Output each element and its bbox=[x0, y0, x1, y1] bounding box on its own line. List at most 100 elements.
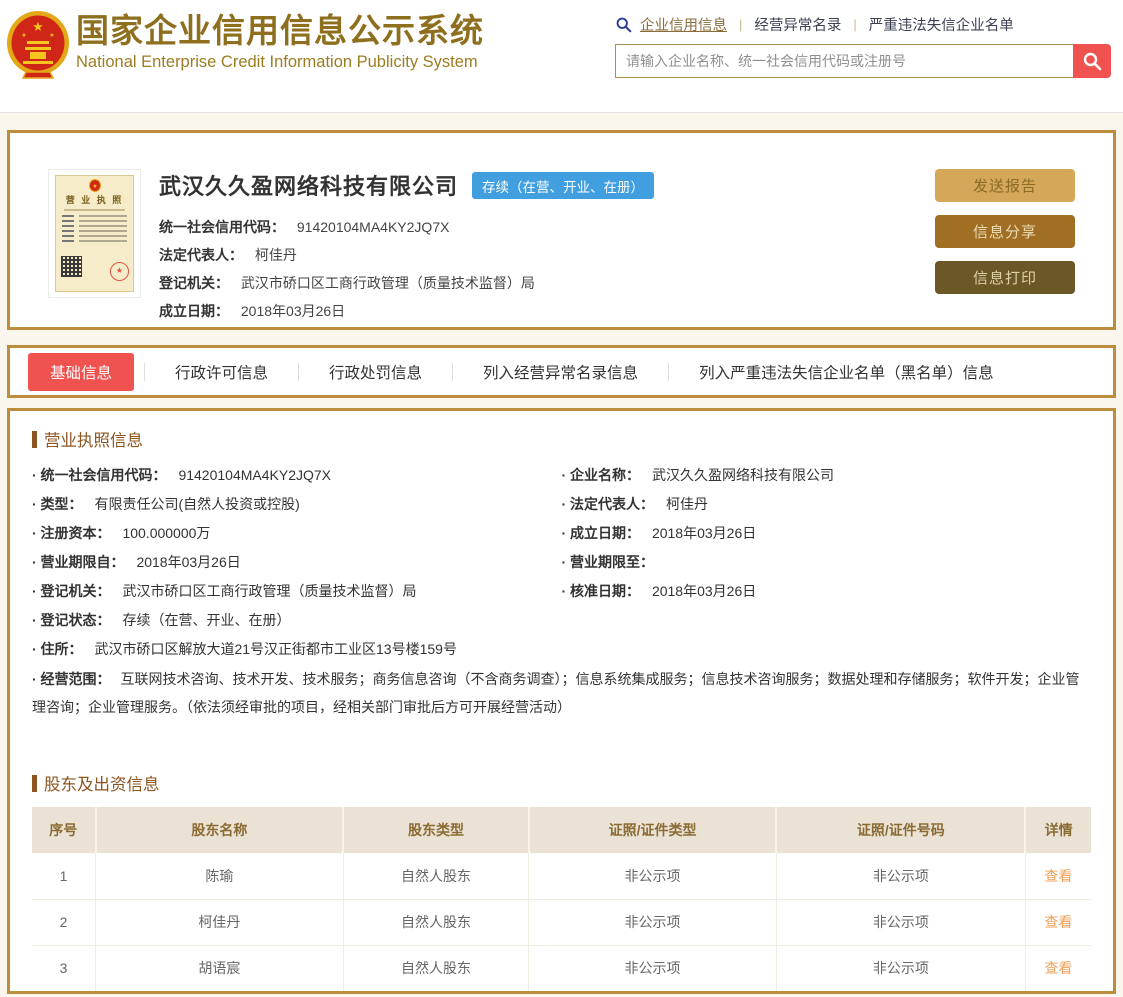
license-text-line bbox=[62, 215, 127, 217]
company-name: 武汉久久盈网络科技有限公司 bbox=[159, 174, 459, 199]
field-label: · 营业期限自： bbox=[32, 554, 125, 570]
site-logo: ★ ★ ★ bbox=[6, 8, 76, 80]
view-detail-link[interactable]: 查看 bbox=[1044, 868, 1072, 884]
license-fields-grid: · 统一社会信用代码： 91420104MA4KY2JQ7X · 类型： 有限责… bbox=[32, 461, 1091, 664]
field-label: · 登记机关： bbox=[32, 583, 111, 599]
field-row-legal-rep: · 法定代表人： 柯佳丹 bbox=[562, 490, 1092, 519]
field-row-approval-date: · 核准日期： 2018年03月26日 bbox=[562, 577, 1092, 606]
summary-actions: 发送报告 信息分享 信息打印 bbox=[935, 169, 1075, 307]
business-license-thumbnail[interactable]: ★ 营 业 执 照 ★ bbox=[48, 169, 141, 298]
column-header-cert-no: 证照/证件号码 bbox=[775, 807, 1026, 853]
license-text-line bbox=[62, 230, 127, 232]
cell-type: 自然人股东 bbox=[342, 945, 530, 991]
field-row-registration-status: · 登记状态： 存续（在营、开业、在册） bbox=[32, 606, 562, 635]
nav-link-enterprise-credit[interactable]: 企业信用信息 bbox=[640, 14, 727, 35]
cell-cert-no: 非公示项 bbox=[775, 899, 1026, 946]
license-red-seal: ★ bbox=[110, 262, 129, 281]
field-row-registration-authority: · 登记机关： 武汉市硚口区工商行政管理（质量技术监督）局 bbox=[32, 577, 562, 606]
cell-name: 陈瑜 bbox=[95, 853, 344, 900]
cell-type: 自然人股东 bbox=[342, 899, 530, 946]
field-value: 91420104MA4KY2JQ7X bbox=[296, 219, 450, 235]
license-text-line bbox=[62, 240, 127, 242]
search-icon bbox=[1083, 52, 1102, 71]
svg-text:★: ★ bbox=[92, 183, 97, 190]
summary-field-uscc: 统一社会信用代码： 91420104MA4KY2JQ7X bbox=[159, 213, 654, 241]
tab-abnormal-operations-list[interactable]: 列入经营异常名录信息 bbox=[483, 353, 638, 391]
tab-divider bbox=[298, 362, 300, 381]
top-nav: 企业信用信息 | 经营异常名录 | 严重违法失信企业名单 bbox=[615, 14, 1111, 35]
field-row-establishment-date: · 成立日期： 2018年03月26日 bbox=[562, 519, 1092, 548]
field-value: 武汉市硚口区解放大道21号汉正街都市工业区13号楼159号 bbox=[94, 641, 457, 657]
site-subtitle: National Enterprise Credit Information P… bbox=[76, 52, 478, 71]
cell-seq: 3 bbox=[32, 945, 97, 991]
cell-cert-no: 非公示项 bbox=[775, 945, 1026, 991]
search-button[interactable] bbox=[1073, 44, 1111, 78]
license-text-line bbox=[62, 220, 127, 222]
field-value: 2018年03月26日 bbox=[240, 303, 346, 319]
field-value: 2018年03月26日 bbox=[651, 525, 757, 541]
print-info-button[interactable]: 信息打印 bbox=[935, 261, 1075, 294]
field-value: 存续（在营、开业、在册） bbox=[122, 612, 291, 628]
cell-cert-no: 非公示项 bbox=[775, 853, 1026, 900]
svg-text:★: ★ bbox=[49, 32, 54, 39]
field-label: 法定代表人： bbox=[159, 247, 243, 263]
view-detail-link[interactable]: 查看 bbox=[1044, 960, 1072, 976]
section-title-text: 股东及出资信息 bbox=[44, 776, 160, 794]
search-input[interactable] bbox=[615, 44, 1073, 78]
field-row-registered-capital: · 注册资本： 100.000000万 bbox=[32, 519, 562, 548]
field-row-business-scope: · 经营范围： 互联网技术咨询、技术开发、技术服务；商务信息咨询（不含商务调查）… bbox=[32, 665, 1091, 721]
site-title: 国家企业信用信息公示系统 bbox=[76, 12, 484, 49]
search-icon bbox=[616, 17, 632, 33]
shareholders-table: 序号 股东名称 股东类型 证照/证件类型 证照/证件号码 详情 1 陈瑜 自然人… bbox=[32, 807, 1091, 991]
cell-detail: 查看 bbox=[1024, 945, 1091, 991]
field-label: · 营业期限至： bbox=[561, 554, 655, 570]
section-title-bar bbox=[32, 774, 37, 792]
cell-name: 柯佳丹 bbox=[95, 899, 344, 946]
field-label: 统一社会信用代码： bbox=[159, 219, 285, 235]
tab-serious-violations-blacklist[interactable]: 列入严重违法失信企业名单（黑名单）信息 bbox=[699, 353, 994, 391]
cell-seq: 2 bbox=[32, 899, 97, 946]
summary-field-legal-rep: 法定代表人： 柯佳丹 bbox=[159, 241, 654, 269]
cell-cert-type: 非公示项 bbox=[528, 945, 777, 991]
view-detail-link[interactable]: 查看 bbox=[1044, 914, 1072, 930]
tab-basic-info[interactable]: 基础信息 bbox=[28, 352, 135, 391]
table-row: 1 陈瑜 自然人股东 非公示项 非公示项 查看 bbox=[32, 853, 1091, 900]
svg-text:★: ★ bbox=[32, 19, 44, 34]
send-report-button[interactable]: 发送报告 bbox=[935, 169, 1075, 202]
column-header-seq: 序号 bbox=[32, 807, 96, 853]
tab-administrative-license[interactable]: 行政许可信息 bbox=[175, 353, 268, 391]
business-license-image: ★ 营 业 执 照 ★ bbox=[55, 175, 134, 292]
status-badge: 存续（在营、开业、在册） bbox=[472, 171, 655, 199]
national-emblem-icon: ★ ★ ★ bbox=[7, 11, 69, 79]
tab-administrative-penalty[interactable]: 行政处罚信息 bbox=[329, 353, 422, 391]
cell-cert-type: 非公示项 bbox=[528, 899, 777, 946]
field-row-company-type: · 类型： 有限责任公司(自然人投资或控股) bbox=[32, 490, 562, 519]
nav-link-serious-violations[interactable]: 严重违法失信企业名单 bbox=[869, 14, 1014, 35]
summary-field-establishment-date: 成立日期： 2018年03月26日 bbox=[159, 297, 654, 325]
field-row-term-from: · 营业期限自： 2018年03月26日 bbox=[32, 548, 562, 577]
table-row: 3 胡语宸 自然人股东 非公示项 非公示项 查看 bbox=[32, 945, 1091, 991]
cell-type: 自然人股东 bbox=[342, 853, 530, 900]
column-header-type: 股东类型 bbox=[342, 807, 529, 853]
company-summary-card: ★ 营 业 执 照 ★ 武汉久久盈网络科技有限公司 存续（在营、开业、在册） 统… bbox=[7, 130, 1116, 330]
cell-detail: 查看 bbox=[1024, 899, 1091, 946]
license-fields-left-column: · 统一社会信用代码： 91420104MA4KY2JQ7X · 类型： 有限责… bbox=[32, 461, 562, 664]
field-value: 100.000000万 bbox=[122, 525, 211, 541]
tab-bar: 基础信息 行政许可信息 行政处罚信息 列入经营异常名录信息 列入严重违法失信企业… bbox=[7, 345, 1116, 398]
cell-seq: 1 bbox=[32, 853, 97, 900]
share-info-button[interactable]: 信息分享 bbox=[935, 215, 1075, 248]
license-qr-code bbox=[61, 256, 82, 277]
svg-text:★: ★ bbox=[21, 32, 26, 39]
field-value: 2018年03月26日 bbox=[136, 554, 241, 570]
site-header: ★ ★ ★ 国家企业信用信息公示系统 National Enterprise C… bbox=[0, 0, 1123, 113]
section-title-business-license: 营业执照信息 bbox=[32, 427, 1091, 451]
section-title-shareholders: 股东及出资信息 bbox=[32, 771, 1091, 795]
field-value: 武汉市硚口区工商行政管理（质量技术监督）局 bbox=[240, 275, 535, 291]
field-value: 柯佳丹 bbox=[665, 496, 708, 512]
field-label: · 法定代表人： bbox=[561, 496, 655, 512]
field-value: 柯佳丹 bbox=[254, 247, 297, 263]
summary-field-registration-authority: 登记机关： 武汉市硚口区工商行政管理（质量技术监督）局 bbox=[159, 269, 654, 297]
tab-divider bbox=[452, 362, 454, 381]
nav-link-abnormal-operations[interactable]: 经营异常名录 bbox=[754, 14, 841, 35]
